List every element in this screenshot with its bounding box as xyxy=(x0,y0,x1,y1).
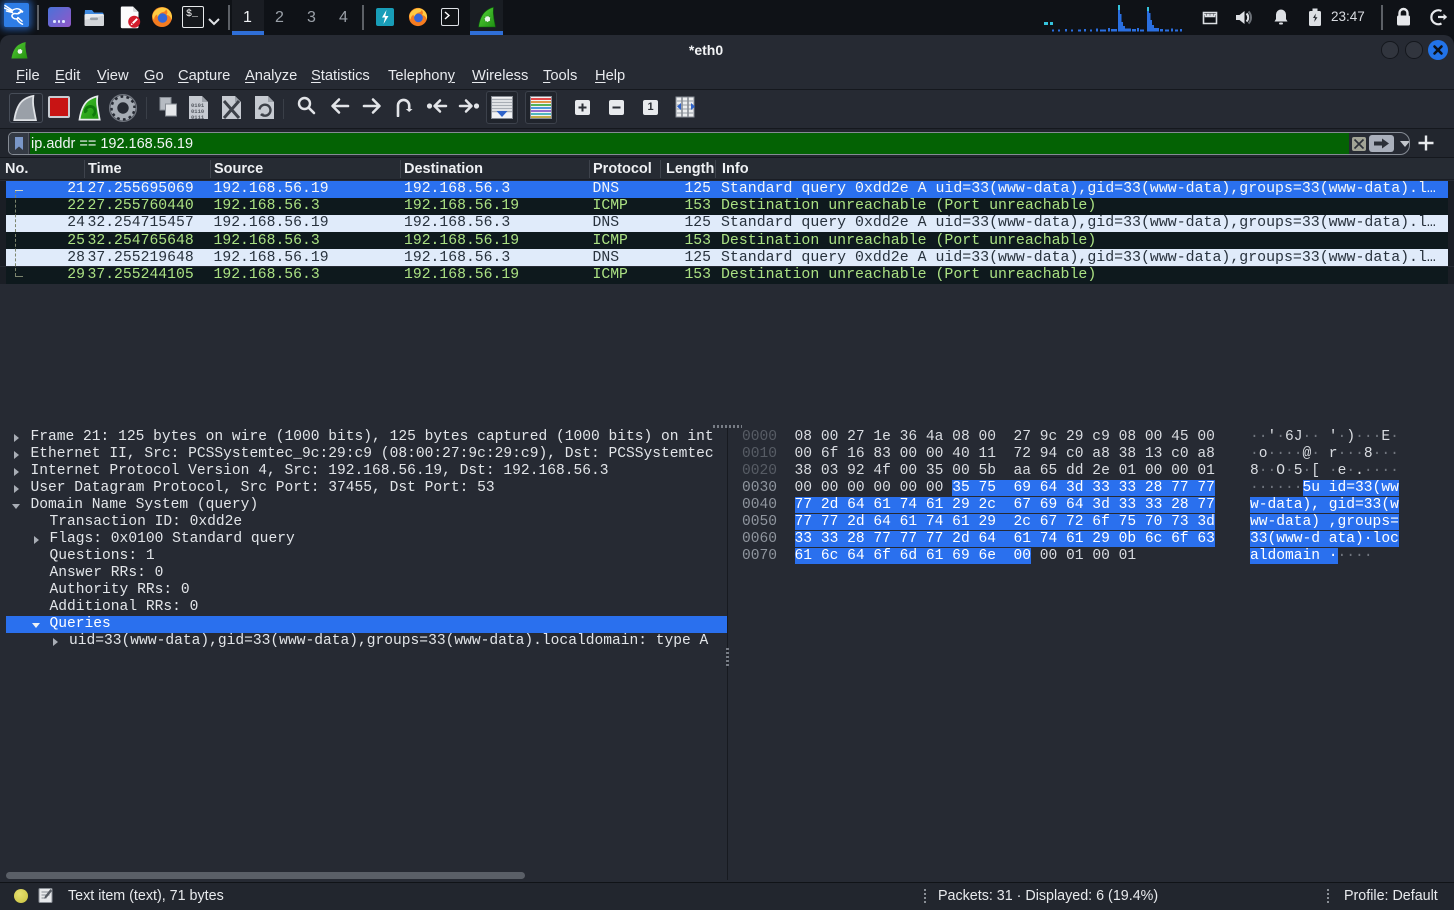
svg-text:0111: 0111 xyxy=(191,114,205,121)
